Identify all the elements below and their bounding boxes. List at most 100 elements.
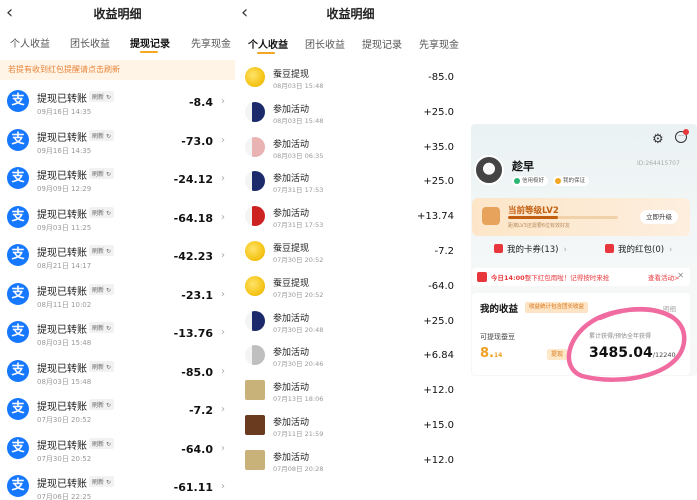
earnings-row[interactable]: 参加活动 08月03日 06:35 +35.0 bbox=[235, 135, 466, 165]
my-redpacket-link[interactable]: 我的红包(0) › bbox=[605, 243, 672, 255]
refresh-tag[interactable]: 刷新 ↻ bbox=[89, 360, 114, 372]
earnings-row[interactable]: 参加活动 07月30日 20:48 +25.0 bbox=[235, 309, 466, 339]
refresh-label: 刷新 bbox=[92, 325, 105, 332]
row-title: 提现已转账 bbox=[37, 171, 87, 182]
row-time: 09月09日 12:29 bbox=[37, 185, 92, 193]
tab-withdraw-records[interactable]: 提现记录 bbox=[130, 35, 170, 50]
row-amount: -85.0 bbox=[181, 365, 213, 379]
withdraw-row[interactable]: 支提现已转账 刷新 ↻ 09月16日 14:35 -73.0 › bbox=[0, 125, 235, 163]
total-earned-value: 3485.04/12240 bbox=[589, 345, 676, 361]
tab-personal-earnings[interactable]: 个人收益 bbox=[10, 35, 50, 50]
guarantee-badge[interactable]: 我的保证 bbox=[553, 176, 590, 186]
withdraw-row[interactable]: 支提现已转账 刷新 ↻ 09月16日 14:35 -8.4 › bbox=[0, 86, 235, 124]
refresh-label: 刷新 bbox=[92, 286, 105, 294]
settings-gear-icon[interactable]: ⚙ bbox=[652, 132, 664, 147]
earnings-row[interactable]: 参加活动 07月13日 18:06 +12.0 bbox=[235, 378, 466, 408]
refresh-tag[interactable]: 刷新 ↻ bbox=[89, 322, 114, 333]
row-amount: -23.1 bbox=[181, 288, 213, 302]
chevron-right-icon: › bbox=[221, 327, 225, 338]
credit-badge[interactable]: 信用极好 bbox=[512, 176, 549, 186]
earnings-row[interactable]: 参加活动 08月03日 15:48 +25.0 bbox=[235, 100, 466, 130]
withdraw-row[interactable]: 支提现已转账 刷新 ↻ 09月09日 12:29 -24.12 › bbox=[0, 163, 235, 201]
refresh-tag[interactable]: 刷新 ↻ bbox=[89, 399, 114, 410]
notification-dot bbox=[683, 129, 689, 135]
refresh-tag[interactable]: 刷新 ↻ bbox=[89, 91, 114, 102]
alipay-icon: 支 bbox=[7, 205, 29, 228]
tab-advance-cash[interactable]: 先享现金 bbox=[419, 36, 459, 51]
withdraw-row[interactable]: 支提现已转账 刷新 ↻ 07月30日 20:52 -7.2 › bbox=[0, 394, 235, 432]
refresh-icon: ↻ bbox=[105, 440, 111, 448]
refresh-tag[interactable]: 刷新 ↻ bbox=[89, 168, 114, 179]
earnings-detail-link[interactable]: 明细 bbox=[663, 303, 676, 313]
chevron-right-icon: › bbox=[221, 173, 225, 184]
row-time: 07月31日 17:53 bbox=[273, 186, 324, 195]
tab-leader-earnings[interactable]: 团长收益 bbox=[70, 35, 110, 50]
row-time: 08月03日 15:48 bbox=[273, 116, 324, 125]
refresh-tag[interactable]: 刷新 ↻ bbox=[89, 437, 114, 449]
refresh-tag[interactable]: 刷新 ↻ bbox=[89, 206, 114, 218]
earnings-row[interactable]: 参加活动 07月31日 17:53 +25.0 bbox=[235, 169, 466, 199]
row-time: 07月31日 17:53 bbox=[273, 221, 324, 230]
withdraw-row[interactable]: 支提现已转账 刷新 ↻ 07月30日 20:52 -64.0 › bbox=[0, 433, 235, 471]
close-icon[interactable]: ✕ bbox=[677, 271, 684, 280]
refresh-icon: ↻ bbox=[105, 286, 111, 294]
level-icon bbox=[482, 207, 500, 225]
event-time: 今日14:00 bbox=[491, 274, 525, 282]
refresh-label: 刷新 bbox=[92, 479, 105, 486]
chevron-right-icon: › bbox=[221, 134, 225, 146]
tab-personal-earnings[interactable]: 个人收益 bbox=[248, 36, 288, 51]
row-title: 蚕豆提现 bbox=[273, 278, 310, 289]
refresh-label: 刷新 bbox=[92, 94, 105, 101]
row-amount: -8.4 bbox=[188, 96, 213, 109]
refresh-tag[interactable]: 刷新 ↻ bbox=[89, 476, 114, 487]
withdraw-row[interactable]: 支提现已转账 刷新 ↻ 09月03日 11:25 -64.18 › bbox=[0, 202, 235, 240]
credit-badge-label: 信用极好 bbox=[522, 178, 545, 184]
row-amount: +15.0 bbox=[423, 420, 454, 431]
earnings-row[interactable]: 参加活动 07月08日 20:28 +12.0 bbox=[235, 448, 466, 478]
earnings-row[interactable]: 蚕豆提现 08月03日 15:48 -85.0 bbox=[235, 65, 466, 95]
level-title: 当前等级LV2 bbox=[508, 206, 559, 216]
withdraw-row[interactable]: 支提现已转账 刷新 ↻ 08月11日 10:02 -23.1 › bbox=[0, 279, 235, 317]
refresh-label: 刷新 bbox=[92, 132, 105, 140]
row-amount: +25.0 bbox=[423, 176, 454, 188]
withdraw-row[interactable]: 支提现已转账 刷新 ↻ 07月06日 22:25 -61.11 › bbox=[0, 471, 235, 500]
row-title: 提现已转账 bbox=[37, 363, 87, 375]
row-title: 提现已转账 bbox=[37, 479, 87, 490]
row-title: 参加活动 bbox=[273, 418, 310, 428]
withdraw-row[interactable]: 支提现已转账 刷新 ↻ 08月03日 15:48 -13.76 › bbox=[0, 317, 235, 355]
earnings-row[interactable]: 参加活动 07月11日 21:59 +15.0 bbox=[235, 413, 466, 443]
tab-withdraw-records[interactable]: 提现记录 bbox=[362, 36, 402, 51]
screenshot-collage: ‹ 收益明细 个人收益 团长收益 提现记录 先享现金 若提有收到红包提醒请点击刷… bbox=[0, 0, 697, 500]
my-earnings-card: 我的收益 收益统计包含团长收益 明细 可提现蚕豆 8.14 提现 累计获得/预估… bbox=[472, 293, 690, 375]
earnings-row[interactable]: 蚕豆提现 07月30日 20:52 -7.2 bbox=[235, 239, 466, 269]
withdraw-row[interactable]: 支提现已转账 刷新 ↻ 08月03日 15:48 -85.0 › bbox=[0, 356, 235, 394]
avatar[interactable] bbox=[474, 155, 504, 185]
bean-coin-icon bbox=[245, 241, 265, 261]
withdraw-button[interactable]: 提现 bbox=[547, 349, 568, 360]
row-time: 07月08日 20:28 bbox=[273, 464, 324, 473]
refresh-tag[interactable]: 刷新 ↻ bbox=[89, 245, 114, 256]
row-title: 提现已转账 bbox=[37, 248, 87, 259]
refresh-tag[interactable]: 刷新 ↻ bbox=[89, 283, 114, 295]
earnings-row[interactable]: 参加活动 07月31日 17:53 +13.74 bbox=[235, 204, 466, 234]
my-vouchers-link[interactable]: 我的卡券(13) › bbox=[494, 243, 567, 255]
row-time: 07月13日 18:06 bbox=[273, 395, 324, 404]
refresh-tag[interactable]: 刷新 ↻ bbox=[89, 129, 114, 141]
upgrade-button[interactable]: 立即升级 bbox=[640, 210, 678, 224]
alipay-icon: 支 bbox=[7, 321, 29, 343]
page-title: 收益明细 bbox=[326, 7, 375, 21]
refresh-icon: ↻ bbox=[105, 94, 111, 101]
tab-advance-cash[interactable]: 先享现金 bbox=[191, 35, 231, 50]
event-banner[interactable]: 今日14:00整下红包雨啦！记得按时来抢 查看活动> ✕ bbox=[472, 268, 690, 286]
row-title: 提现已转账 bbox=[37, 325, 87, 336]
activity-thumbnail bbox=[245, 310, 265, 331]
total-earned-amount: 3485.04 bbox=[589, 345, 653, 361]
view-event-link[interactable]: 查看活动> bbox=[648, 272, 679, 282]
row-title: 参加活动 bbox=[273, 104, 310, 115]
earnings-row[interactable]: 参加活动 07月30日 20:46 +6.84 bbox=[235, 343, 466, 373]
tab-leader-earnings[interactable]: 团长收益 bbox=[305, 36, 345, 51]
row-time: 08月11日 10:02 bbox=[37, 300, 92, 309]
chevron-right-icon: › bbox=[221, 250, 225, 261]
earnings-row[interactable]: 蚕豆提现 07月30日 20:52 -64.0 bbox=[235, 274, 466, 304]
withdraw-row[interactable]: 支提现已转账 刷新 ↻ 08月21日 14:17 -42.23 › bbox=[0, 240, 235, 278]
